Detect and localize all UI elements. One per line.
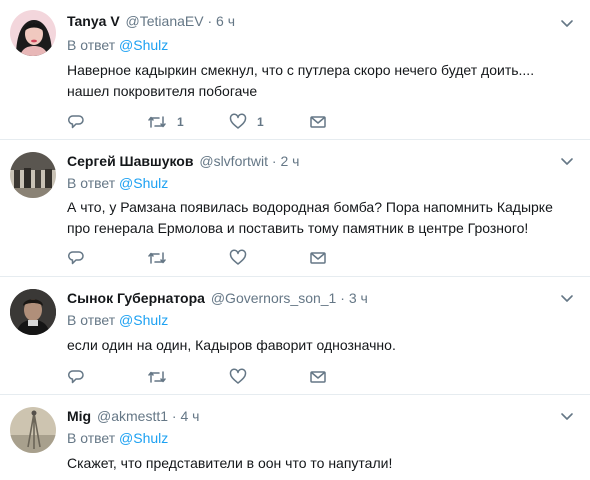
heart-icon: [229, 368, 247, 386]
tweet[interactable]: Сынок Губернатора @Governors_son_1 · 3 ч…: [0, 277, 590, 395]
avatar[interactable]: [10, 10, 56, 56]
tweet-timestamp[interactable]: 3 ч: [349, 290, 368, 306]
like-button[interactable]: 1: [229, 112, 264, 132]
reply-mention-link[interactable]: @Shulz: [119, 430, 168, 446]
reply-timeline: Tanya V @TetianaEV · 6 ч В ответ @Shulz …: [0, 0, 590, 480]
reply-prefix: В ответ: [67, 37, 116, 53]
envelope-icon: [309, 249, 327, 267]
envelope-icon: [309, 113, 327, 131]
tweet[interactable]: Mig @akmestt1 · 4 ч В ответ @Shulz Скаже…: [0, 395, 590, 480]
tweet-header: Сергей Шавшуков @slvfortwit · 2 ч: [67, 152, 299, 170]
reply-mention-link[interactable]: @Shulz: [119, 175, 168, 191]
reply-icon: [67, 249, 85, 267]
separator-dot: ·: [171, 408, 177, 424]
retweet-count: 1: [177, 115, 184, 129]
heart-icon: [229, 249, 247, 267]
chevron-down-icon[interactable]: [560, 16, 574, 30]
tweet-actions: [67, 367, 367, 387]
tweet-text: если один на один, Кадыров фаворит одноз…: [67, 337, 396, 353]
retweet-icon: [147, 368, 167, 386]
tweet-timestamp[interactable]: 2 ч: [280, 153, 299, 169]
reply-icon: [67, 368, 85, 386]
tweet-actions: [67, 248, 367, 268]
tweet-text: Наверное кадыркин смекнул, что с путлера…: [67, 62, 535, 99]
like-button[interactable]: [229, 367, 257, 387]
author-username[interactable]: @akmestt1: [97, 408, 168, 424]
author-name[interactable]: Сергей Шавшуков: [67, 153, 193, 169]
heart-icon: [229, 113, 247, 131]
tweet-actions: 1 1: [67, 112, 367, 132]
chevron-down-icon[interactable]: [560, 154, 574, 168]
reply-prefix: В ответ: [67, 175, 116, 191]
reply-context: В ответ @Shulz: [67, 36, 168, 54]
retweet-icon: [147, 249, 167, 267]
like-button[interactable]: [229, 248, 257, 268]
tweet-header: Tanya V @TetianaEV · 6 ч: [67, 12, 235, 30]
retweet-icon: [147, 113, 167, 131]
chevron-down-icon[interactable]: [560, 409, 574, 423]
reply-button[interactable]: [67, 112, 85, 132]
direct-message-button[interactable]: [309, 112, 327, 132]
avatar[interactable]: [10, 289, 56, 335]
separator-dot: ·: [340, 290, 345, 306]
separator-dot: ·: [207, 13, 213, 29]
author-name[interactable]: Сынок Губернатора: [67, 290, 205, 306]
author-name[interactable]: Tanya V: [67, 13, 120, 29]
retweet-button[interactable]: [147, 248, 177, 268]
author-username[interactable]: @Governors_son_1: [211, 290, 337, 306]
tweet-header: Mig @akmestt1 · 4 ч: [67, 407, 199, 425]
tweet[interactable]: Tanya V @TetianaEV · 6 ч В ответ @Shulz …: [0, 0, 590, 140]
direct-message-button[interactable]: [309, 248, 327, 268]
author-name[interactable]: Mig: [67, 408, 91, 424]
reply-prefix: В ответ: [67, 430, 116, 446]
avatar[interactable]: [10, 152, 56, 198]
author-username[interactable]: @TetianaEV: [126, 13, 204, 29]
retweet-button[interactable]: 1: [147, 112, 184, 132]
tweet[interactable]: Сергей Шавшуков @slvfortwit · 2 ч В отве…: [0, 140, 590, 277]
chevron-down-icon[interactable]: [560, 291, 574, 305]
reply-prefix: В ответ: [67, 312, 116, 328]
retweet-button[interactable]: [147, 367, 177, 387]
reply-button[interactable]: [67, 367, 85, 387]
reply-icon: [67, 113, 85, 131]
tweet-text: А что, у Рамзана появилась водородная бо…: [67, 199, 553, 236]
separator-dot: ·: [271, 153, 277, 169]
tweet-timestamp[interactable]: 6 ч: [216, 13, 235, 29]
avatar[interactable]: [10, 407, 56, 453]
reply-context: В ответ @Shulz: [67, 174, 168, 192]
author-username[interactable]: @slvfortwit: [199, 153, 268, 169]
reply-context: В ответ @Shulz: [67, 311, 168, 329]
reply-button[interactable]: [67, 248, 85, 268]
tweet-header: Сынок Губернатора @Governors_son_1 · 3 ч: [67, 289, 368, 307]
direct-message-button[interactable]: [309, 367, 327, 387]
envelope-icon: [309, 368, 327, 386]
reply-mention-link[interactable]: @Shulz: [119, 312, 168, 328]
like-count: 1: [257, 115, 264, 129]
reply-context: В ответ @Shulz: [67, 429, 168, 447]
tweet-text: Скажет, что представители в оон что то н…: [67, 455, 393, 471]
reply-mention-link[interactable]: @Shulz: [119, 37, 168, 53]
tweet-timestamp[interactable]: 4 ч: [180, 408, 199, 424]
